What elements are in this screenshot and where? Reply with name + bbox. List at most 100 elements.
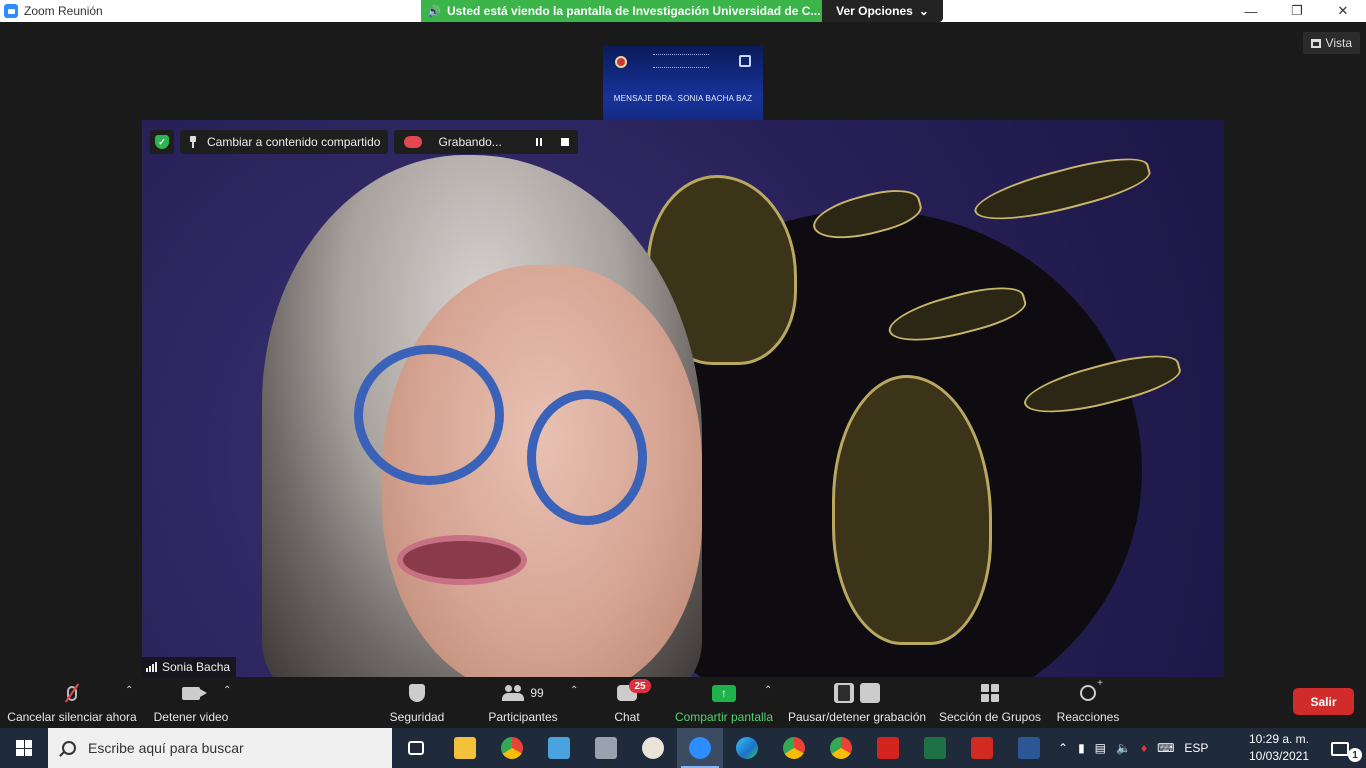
battery-icon[interactable]: ▮ (1078, 741, 1085, 755)
stop-video-button[interactable]: Detener video (152, 677, 230, 728)
dropbox-icon[interactable]: ♦ (1141, 741, 1147, 755)
switch-to-shared-content-button[interactable]: Cambiar a contenido compartido (180, 130, 389, 154)
view-options-label: Ver Opciones (836, 4, 913, 18)
recording-indicator: Grabando... (394, 130, 578, 154)
volume-icon[interactable]: 🔈 (1116, 741, 1131, 755)
share-screen-label: Compartir pantalla (674, 710, 774, 724)
view-options-button[interactable]: Ver Opciones ⌄ (822, 0, 943, 22)
reactions-label: Reacciones (1056, 710, 1120, 724)
speaker-icon: 🔊 (427, 5, 441, 18)
search-icon (62, 741, 76, 755)
reactions-button[interactable]: Reacciones (1056, 677, 1120, 728)
paint-palette-icon (642, 737, 664, 759)
active-speaker-video[interactable]: ✓ Cambiar a contenido compartido Graband… (142, 120, 1224, 677)
chat-bubble-icon: 25 (617, 679, 651, 701)
reaction-smiley-icon (1080, 678, 1103, 701)
zoom-app-icon (4, 4, 18, 18)
taskbar-chrome-profile-2[interactable] (818, 728, 864, 768)
folder-icon (454, 737, 476, 759)
taskbar-excel[interactable] (912, 728, 958, 768)
meeting-toolbar: Cancelar silenciar ahora ⌃ Detener video… (0, 677, 1366, 728)
edge-icon (736, 737, 758, 759)
video-overlay-controls: ✓ Cambiar a contenido compartido Graband… (150, 130, 578, 154)
chat-label: Chat (614, 710, 640, 724)
share-banner: 🔊 Usted está viendo la pantalla de Inves… (421, 0, 822, 22)
breakout-rooms-icon (981, 684, 999, 702)
taskbar-clock[interactable]: 10:29 a. m. 10/03/2021 (1244, 731, 1314, 765)
show-hidden-icons-icon[interactable]: ⌃ (1058, 741, 1068, 755)
pin-icon (188, 136, 198, 148)
stop-recording-icon (860, 683, 880, 703)
taskbar-zoom[interactable] (677, 728, 723, 768)
participants-count: 99 (530, 686, 544, 700)
share-screen-button[interactable]: ↑ Compartir pantalla (673, 677, 775, 728)
taskbar-word[interactable] (1006, 728, 1052, 768)
network-icon[interactable]: ▤ (1095, 741, 1106, 755)
shield-check-icon: ✓ (155, 135, 169, 149)
stop-video-label: Detener video (153, 710, 229, 724)
participant-name: Sonia Bacha (162, 660, 231, 674)
taskbar-calculator[interactable] (583, 728, 629, 768)
glasses-right-lens (527, 390, 647, 525)
video-options-caret-icon[interactable]: ⌃ (223, 685, 233, 696)
taskbar-flash[interactable] (865, 728, 911, 768)
pause-recording-button[interactable] (532, 136, 546, 148)
breakout-rooms-button[interactable]: Sección de Grupos (938, 677, 1042, 728)
close-button[interactable]: ✕ (1320, 0, 1366, 22)
chrome-profile-icon (830, 737, 852, 759)
stop-recording-button[interactable] (558, 136, 572, 148)
taskbar-paint[interactable] (630, 728, 676, 768)
excel-icon (924, 737, 946, 759)
task-view-icon (408, 741, 424, 755)
video-camera-icon (182, 686, 207, 700)
task-view-button[interactable] (393, 728, 439, 768)
unmute-button[interactable]: Cancelar silenciar ahora (7, 677, 137, 728)
taskbar-remote-desktop[interactable] (536, 728, 582, 768)
chat-button[interactable]: 25 Chat (610, 677, 651, 728)
crest-icon (739, 55, 751, 67)
share-options-caret-icon[interactable]: ⌃ (764, 685, 774, 696)
start-button[interactable] (0, 728, 48, 768)
flash-icon (877, 737, 899, 759)
restore-button[interactable]: ❐ (1274, 0, 1320, 22)
taskbar-chrome-profile-1[interactable] (771, 728, 817, 768)
security-label: Seguridad (389, 710, 445, 724)
taskbar-chrome[interactable] (489, 728, 535, 768)
chat-unread-badge: 25 (629, 679, 651, 693)
taskbar-search[interactable]: Escribe aquí para buscar (48, 728, 392, 768)
word-icon (1018, 737, 1040, 759)
encryption-shield[interactable]: ✓ (150, 130, 174, 154)
speaker-person (242, 155, 722, 677)
security-button[interactable]: Seguridad (387, 677, 447, 728)
leave-meeting-button[interactable]: Salir (1293, 688, 1354, 715)
university-seal-icon (615, 56, 627, 68)
chrome-icon (501, 737, 523, 759)
pause-recording-icon (834, 683, 854, 703)
notification-icon (1331, 742, 1349, 756)
participant-name-tag: Sonia Bacha (142, 657, 237, 677)
recording-label: Grabando... (438, 135, 502, 149)
keyboard-icon[interactable]: ⌨ (1157, 741, 1174, 755)
institution-logo (653, 54, 709, 68)
participants-caret-icon[interactable]: ⌃ (570, 685, 580, 696)
input-language[interactable]: ESP (1184, 741, 1208, 755)
pause-icon (535, 138, 542, 146)
audio-options-caret-icon[interactable]: ⌃ (125, 685, 135, 696)
view-button[interactable]: Vista (1302, 32, 1360, 54)
participants-button[interactable]: 99 Participantes (486, 677, 560, 728)
pause-stop-recording-label: Pausar/detener grabación (787, 710, 927, 724)
minimize-button[interactable]: — (1228, 0, 1274, 22)
glasses-left-lens (354, 345, 504, 485)
taskbar-file-explorer[interactable] (442, 728, 488, 768)
taskbar-acrobat[interactable] (959, 728, 1005, 768)
action-center-button[interactable]: 1 (1320, 736, 1362, 762)
system-tray: ⌃ ▮ ▤ 🔈 ♦ ⌨ ESP (1058, 728, 1208, 768)
speaker-mouth (397, 535, 527, 585)
window-title: Zoom Reunión (24, 4, 103, 18)
zoom-icon (689, 737, 711, 759)
security-shield-icon (409, 684, 425, 702)
taskbar-edge[interactable] (724, 728, 770, 768)
pause-stop-recording-button[interactable]: Pausar/detener grabación (788, 677, 926, 728)
chrome-profile-icon (783, 737, 805, 759)
breakout-rooms-label: Sección de Grupos (938, 710, 1042, 724)
